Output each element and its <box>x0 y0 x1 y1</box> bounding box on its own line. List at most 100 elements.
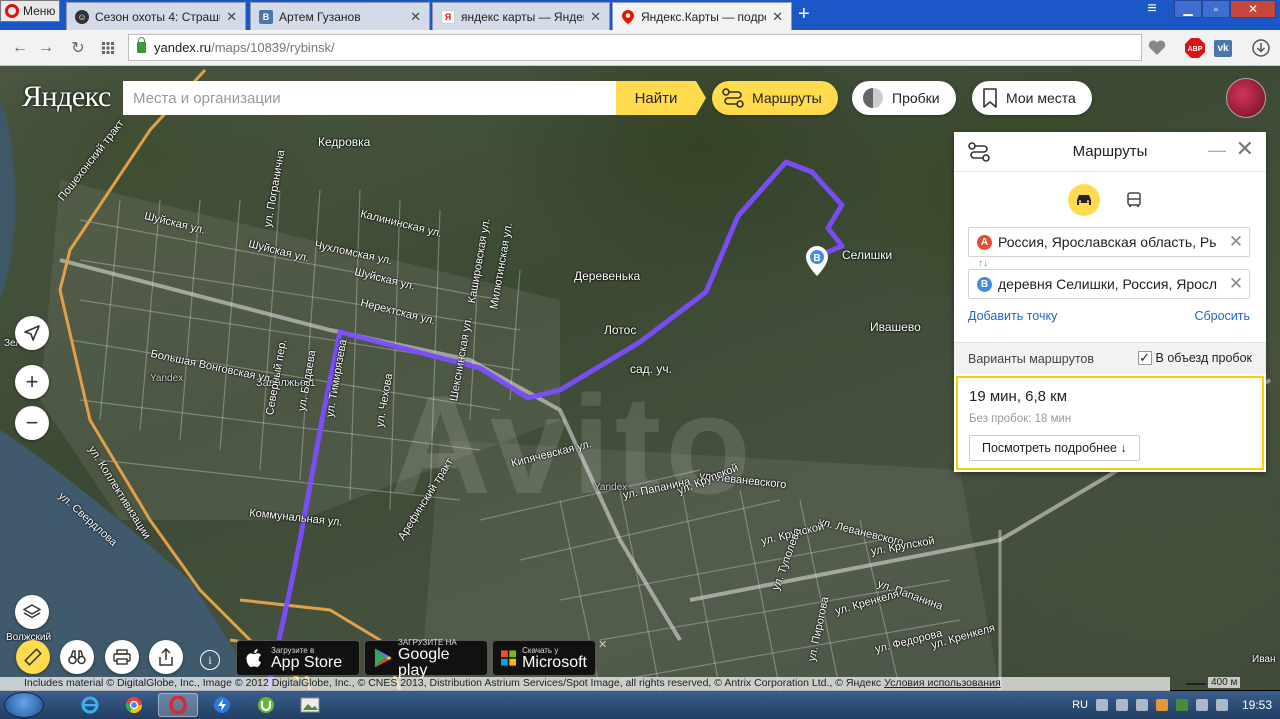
add-point-link[interactable]: Добавить точку <box>968 309 1057 323</box>
printer-icon <box>113 649 131 665</box>
download-icon[interactable] <box>1250 37 1272 59</box>
avoid-traffic-checkbox[interactable]: ✓ В объезд пробок <box>1137 350 1252 365</box>
tab-title: Артем Гузанов <box>279 9 361 24</box>
tab-hunting-season[interactable]: ☺ Сезон охоты 4: Страшно ✕ <box>66 2 246 30</box>
copyright-text: Includes material © DigitalGlobe, Inc., … <box>24 677 882 689</box>
yandex-logo[interactable]: Яндекс <box>22 80 111 114</box>
network-icon[interactable] <box>1195 699 1208 711</box>
speed-dial-grid-icon[interactable] <box>98 38 118 58</box>
bookmark-heart-icon[interactable] <box>1146 37 1168 59</box>
map-pin-icon <box>621 9 635 24</box>
terms-link[interactable]: Условия использования <box>884 677 1001 689</box>
reset-link[interactable]: Сбросить <box>1194 309 1250 323</box>
close-icon[interactable]: ✕ <box>410 9 421 25</box>
address-bar[interactable]: yandex.ru/maps/10839/rybinsk/ <box>128 34 1142 61</box>
route-variant-card[interactable]: 19 мин, 6,8 км Без пробок: 18 мин Посмот… <box>956 376 1264 470</box>
taskbar-lightning-icon[interactable] <box>202 693 242 717</box>
share-button[interactable] <box>149 640 183 674</box>
avast-icon[interactable] <box>1155 699 1168 711</box>
zoom-in-button[interactable]: + <box>15 365 49 399</box>
minimize-button[interactable]: ▁ <box>1174 0 1202 18</box>
tab-menu-icon[interactable]: ≡ <box>1138 0 1166 18</box>
panorama-button[interactable] <box>60 640 94 674</box>
language-indicator[interactable]: RU <box>1072 699 1088 711</box>
avoid-traffic-label: В объезд пробок <box>1155 351 1252 365</box>
geolocation-button[interactable] <box>15 316 49 350</box>
forward-arrow-icon[interactable]: → <box>36 38 56 58</box>
zoom-out-button[interactable]: − <box>15 406 49 440</box>
route-variants-label: Варианты маршрутов <box>968 351 1095 366</box>
checkmark-icon: ✓ <box>1137 350 1152 365</box>
utorrent-tray-icon[interactable] <box>1175 699 1188 711</box>
routes-button[interactable]: Маршруты <box>712 81 838 115</box>
mode-transit-button[interactable] <box>1122 188 1146 212</box>
point-a-value: Россия, Ярославская область, Рыбинск <box>998 234 1217 250</box>
taskbar-ie-icon[interactable] <box>70 693 110 717</box>
map-copyright: Includes material © DigitalGlobe, Inc., … <box>0 677 1170 691</box>
tab-title: Яндекс.Карты — подроб <box>641 9 767 24</box>
face-icon: ☺ <box>75 9 89 24</box>
windows-taskbar: RU 19:53 <box>0 691 1280 719</box>
my-places-button[interactable]: Мои места <box>972 81 1092 115</box>
adblock-icon[interactable]: ABP <box>1184 37 1206 59</box>
ruler-button[interactable] <box>16 640 50 674</box>
marker-b-label: B <box>813 253 820 264</box>
taskbar-chrome-icon[interactable] <box>114 693 154 717</box>
reload-icon[interactable]: ↻ <box>68 38 88 58</box>
tab-yandex-maps[interactable]: Яндекс.Карты — подроб ✕ <box>612 2 792 30</box>
marker-b-pin[interactable]: B <box>806 246 828 276</box>
microsoft-store-badge[interactable]: Скачать у Microsoft <box>492 640 596 676</box>
new-tab-button[interactable]: + <box>798 4 810 24</box>
tab-artem-guzanov[interactable]: B Артем Гузанов ✕ <box>250 2 430 30</box>
taskbar-opera-icon[interactable] <box>158 693 198 717</box>
close-icon[interactable]: ✕ <box>1236 138 1254 160</box>
print-button[interactable] <box>105 640 139 674</box>
flag-icon[interactable] <box>1095 699 1108 711</box>
url-path: /maps/10839/rybinsk/ <box>211 40 335 55</box>
app-store-badge[interactable]: Загрузите в App Store <box>236 640 360 676</box>
clear-point-a-icon[interactable]: ✕ <box>1223 232 1249 252</box>
back-arrow-icon[interactable]: ← <box>10 38 30 58</box>
window-close-button[interactable]: ✕ <box>1230 0 1276 18</box>
minimize-icon[interactable]: — <box>1208 140 1226 161</box>
traffic-button-label: Пробки <box>892 90 940 106</box>
taskbar-clock[interactable]: 19:53 <box>1242 698 1272 712</box>
vk-icon: B <box>259 9 273 24</box>
maximize-button[interactable]: ▫ <box>1202 0 1230 18</box>
route-point-b-field[interactable]: B деревня Селишки, Россия, Ярославская о… <box>968 269 1250 299</box>
windows-start-button[interactable] <box>4 692 44 718</box>
car-icon <box>1077 195 1091 205</box>
apple-icon <box>246 649 261 668</box>
tray-app-icon[interactable] <box>1135 699 1148 711</box>
taskbar-photos-icon[interactable] <box>290 693 330 717</box>
search-input[interactable] <box>123 81 616 115</box>
traffic-button[interactable]: Пробки <box>852 81 956 115</box>
search-button[interactable]: Найти <box>616 81 706 115</box>
taskbar-utorrent-icon[interactable] <box>246 693 286 717</box>
volume-icon[interactable] <box>1215 699 1228 711</box>
label-lotos: Лотос <box>604 323 637 337</box>
vk-extension-icon[interactable]: vk <box>1212 37 1234 59</box>
layers-icon <box>23 604 41 619</box>
layers-button[interactable] <box>15 595 49 629</box>
minus-icon: − <box>25 410 39 435</box>
google-play-badge[interactable]: ЗАГРУЗИТЕ НА Google play <box>364 638 488 678</box>
swap-points-icon[interactable]: ↑↓ <box>978 258 988 269</box>
info-icon[interactable]: i <box>200 650 220 670</box>
close-icon[interactable]: ✕ <box>226 9 237 25</box>
route-details-button[interactable]: Посмотреть подробнее ↓ <box>969 435 1140 461</box>
user-avatar[interactable] <box>1226 78 1266 118</box>
close-icon[interactable]: ✕ <box>590 9 601 25</box>
route-no-traffic-time: Без пробок: 18 мин <box>969 413 1072 425</box>
route-point-a-field[interactable]: A Россия, Ярославская область, Рыбинск ✕ <box>968 227 1250 257</box>
mode-car-button[interactable] <box>1068 184 1100 216</box>
opera-menu-button[interactable]: Меню <box>0 0 60 22</box>
scale-bar <box>1186 683 1206 685</box>
app-store-big: App Store <box>271 653 343 671</box>
tab-yandex-search[interactable]: Я яндекс карты — Яндекс: ✕ <box>432 2 610 30</box>
close-badges-icon[interactable]: ✕ <box>598 638 607 651</box>
clear-point-b-icon[interactable]: ✕ <box>1223 274 1249 294</box>
close-icon[interactable]: ✕ <box>772 9 783 25</box>
url-host: yandex.ru <box>154 40 212 55</box>
battery-icon[interactable] <box>1115 699 1128 711</box>
